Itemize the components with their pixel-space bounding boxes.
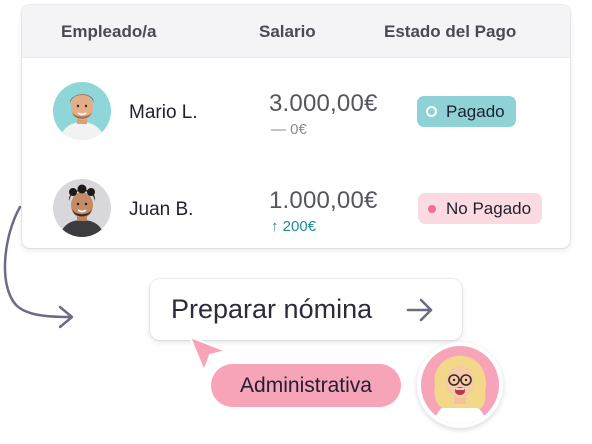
salary-change: ↑ 200€: [271, 218, 317, 235]
curved-arrow-icon: [3, 205, 74, 329]
column-header-salary: Salario: [259, 22, 316, 41]
column-header-status: Estado del Pago: [384, 22, 517, 41]
salary-amount: 1.000,00€: [269, 187, 378, 214]
table-header: Empleado/a Salario Estado del Pago: [22, 5, 570, 58]
employee-name: Mario L.: [129, 102, 198, 123]
prepare-payroll-label: Preparar nómina: [171, 294, 373, 324]
status-label: Pagado: [446, 101, 505, 121]
table-row[interactable]: Mario L. 3.000,00€ — 0€ Pagado: [22, 63, 570, 159]
salary-amount: 3.000,00€: [269, 90, 378, 117]
arrow-right-icon: [406, 298, 433, 322]
status-label: No Pagado: [446, 198, 532, 218]
payroll-table-card: Empleado/a Salario Estado del Pago Mario…: [22, 5, 570, 248]
table-row[interactable]: Juan B. 1.000,00€ ↑ 200€ No Pagado: [22, 160, 570, 248]
status-dot-icon: [426, 106, 437, 117]
column-header-employee: Empleado/a: [61, 22, 157, 41]
status-badge-paid[interactable]: Pagado: [417, 96, 516, 127]
prepare-payroll-button[interactable]: Preparar nómina: [150, 279, 462, 340]
role-badge: Administrativa: [211, 364, 401, 407]
salary-change: — 0€: [271, 121, 307, 138]
avatar: [53, 82, 111, 140]
avatar: [417, 342, 503, 428]
status-dot-icon: [428, 204, 436, 213]
status-badge-unpaid[interactable]: No Pagado: [418, 193, 543, 224]
employee-name: Juan B.: [129, 199, 194, 220]
